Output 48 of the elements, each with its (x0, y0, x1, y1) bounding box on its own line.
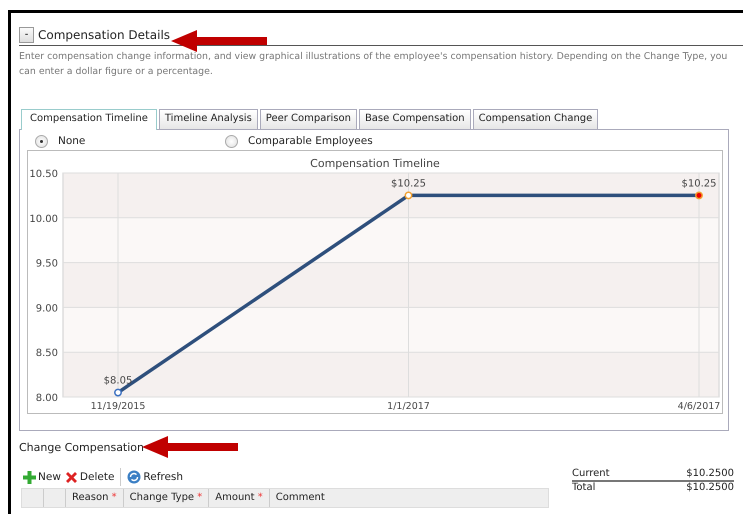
summary-label: Total (572, 482, 596, 494)
toolbar-button[interactable]: Refresh (127, 470, 184, 484)
data-point (404, 191, 412, 200)
summary-value: $10.2500 (686, 468, 734, 480)
axis-label: 1/1/2017 (387, 401, 430, 412)
required-mark: * (197, 492, 202, 504)
toolbar-button[interactable]: Delete (64, 470, 114, 484)
chart-title: Compensation Timeline (310, 157, 440, 170)
close-icon (64, 470, 78, 484)
radio-button[interactable] (35, 134, 48, 148)
value-label: $10.25 (682, 178, 716, 190)
data-point (114, 388, 122, 396)
tab[interactable]: Peer Comparison (260, 109, 357, 129)
toolbar-button[interactable]: New (23, 470, 61, 484)
radio-label: Comparable Employees (248, 134, 373, 148)
tab[interactable]: Timeline Analysis (158, 109, 258, 129)
tab[interactable]: Compensation Timeline (21, 109, 157, 130)
tab[interactable]: Compensation Change (472, 109, 598, 129)
value-label: $8.05 (104, 376, 132, 387)
axis-label: 11/19/2015 (90, 401, 146, 412)
axis-label: 9.50 (36, 258, 58, 270)
column-header: Comment (274, 491, 326, 506)
data-point (695, 191, 703, 200)
value-label: $10.25 (391, 178, 426, 190)
column-header: Change Type * (124, 489, 210, 508)
refresh-icon (127, 470, 142, 484)
axis-label: 8.50 (36, 348, 58, 360)
axis-label: 9.00 (36, 303, 58, 314)
collapse-button[interactable]: - (19, 27, 34, 43)
summary-value: $10.2500 (686, 482, 734, 494)
arrow-icon (142, 436, 238, 458)
summary-label: Current (572, 468, 610, 480)
axis-label: 10.00 (29, 214, 58, 225)
required-mark: * (112, 492, 117, 504)
column-header: Amount * (209, 489, 270, 508)
required-mark: * (258, 492, 263, 504)
plus-icon (23, 470, 36, 484)
radio-label: None (58, 134, 86, 148)
axis-label: 4/6/2017 (678, 401, 720, 412)
radio-button[interactable] (225, 134, 238, 148)
section-title: Compensation Details (38, 28, 170, 42)
column-header: Reason * (66, 489, 124, 508)
section-title: Change Compensation (19, 441, 144, 454)
axis-label: 8.00 (36, 393, 58, 404)
tab[interactable]: Base Compensation (358, 109, 471, 129)
axis-label: 10.50 (29, 169, 58, 180)
section-description: Enter compensation change information, and view graphical illustrations of the employee's compensation history. Depending on the Change Type, you can enter a dollar figure or a percentage. (19, 50, 728, 79)
arrow-icon (171, 30, 267, 52)
